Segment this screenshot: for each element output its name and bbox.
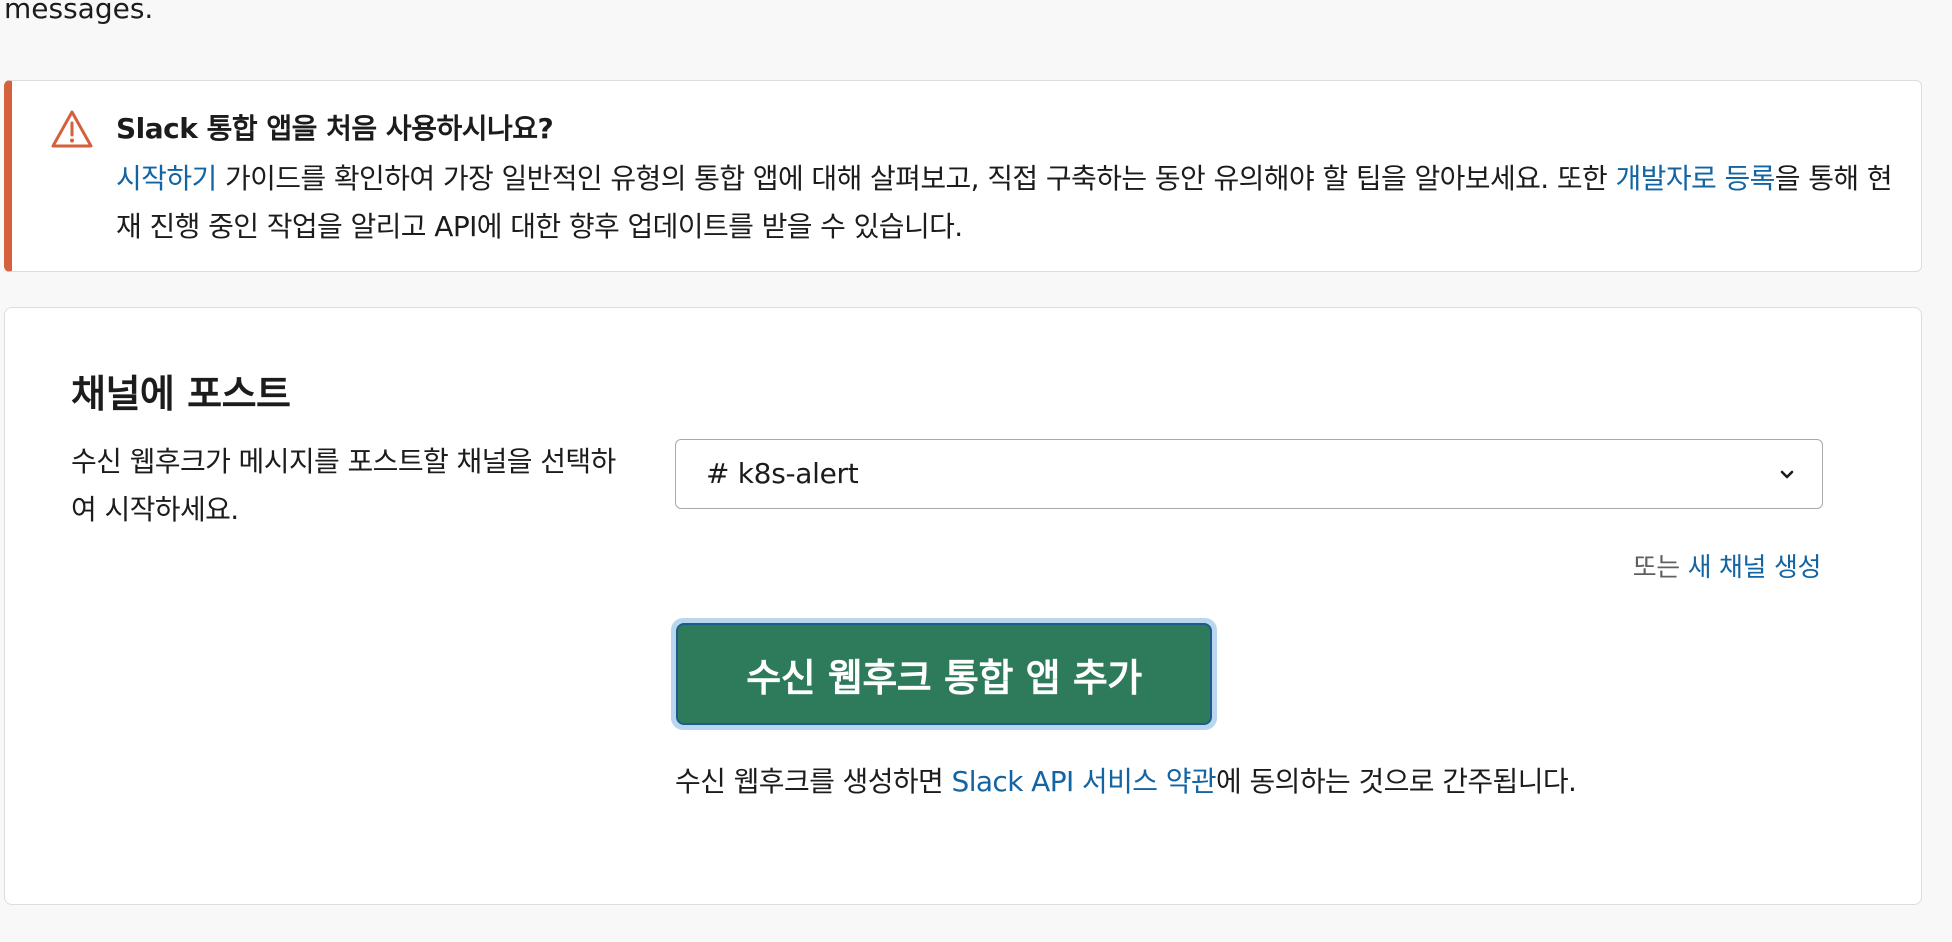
callout-title: Slack 통합 앱을 처음 사용하시나요? xyxy=(116,112,554,145)
previous-section-text: messages. xyxy=(4,0,154,25)
new-to-integrations-callout: Slack 통합 앱을 처음 사용하시나요? 시작하기 가이드를 확인하여 가장… xyxy=(4,80,1922,272)
chevron-down-icon xyxy=(1780,470,1794,479)
post-to-channel-panel: 채널에 포스트 수신 웹후크가 메시지를 포스트할 채널을 선택하여 시작하세요… xyxy=(4,307,1922,905)
callout-body-text-1: 가이드를 확인하여 가장 일반적인 유형의 통합 앱에 대해 살펴보고, 직접 … xyxy=(216,162,1616,195)
getting-started-link[interactable]: 시작하기 xyxy=(116,162,217,195)
section-title: 채널에 포스트 xyxy=(71,372,291,416)
selected-channel: # k8s-alert xyxy=(706,457,859,490)
channel-select[interactable]: # k8s-alert xyxy=(675,439,1823,509)
terms-notice: 수신 웹후크를 생성하면 Slack API 서비스 약관에 동의하는 것으로 … xyxy=(675,758,1577,806)
create-channel-row: 또는 새 채널 생성 xyxy=(1632,548,1822,588)
terms-text-2: 에 동의하는 것으로 간주됩니다. xyxy=(1216,765,1577,798)
warning-triangle-icon xyxy=(51,110,93,148)
section-description: 수신 웹후크가 메시지를 포스트할 채널을 선택하여 시작하세요. xyxy=(71,445,616,526)
register-developer-link[interactable]: 개발자로 등록 xyxy=(1616,162,1776,195)
callout-body: 시작하기 가이드를 확인하여 가장 일반적인 유형의 통합 앱에 대해 살펴보고… xyxy=(116,155,1896,251)
api-terms-of-service-link[interactable]: Slack API 서비스 약관 xyxy=(952,765,1217,798)
terms-text-1: 수신 웹후크를 생성하면 xyxy=(675,765,952,798)
add-incoming-webhook-button-label: 수신 웹후크 통합 앱 추가 xyxy=(676,623,1212,725)
create-new-channel-link[interactable]: 새 채널 생성 xyxy=(1688,553,1822,583)
or-text: 또는 xyxy=(1632,553,1688,583)
add-incoming-webhook-button[interactable]: 수신 웹후크 통합 앱 추가 xyxy=(671,618,1217,730)
